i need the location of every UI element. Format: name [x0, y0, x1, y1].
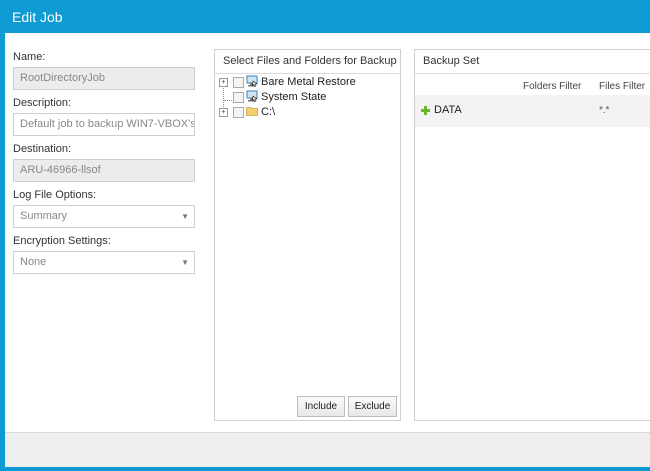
dropdown-arrow-icon: ▼ [181, 212, 189, 221]
backup-set-panel-title: Backup Set [415, 50, 650, 74]
name-label: Name: [13, 51, 46, 63]
include-button[interactable]: Include [297, 396, 345, 417]
edit-job-dialog: Name: RootDirectoryJob Description: Defa… [5, 33, 650, 467]
expand-icon[interactable]: + [219, 78, 228, 87]
encryption-settings-label: Encryption Settings: [13, 235, 111, 247]
log-file-options-select[interactable]: Summary ▼ [13, 205, 195, 228]
tree-item-label: System State [261, 91, 327, 103]
expand-icon[interactable]: + [219, 108, 228, 117]
tree-checkbox[interactable] [233, 92, 244, 103]
window-title: Edit Job [12, 9, 63, 25]
dialog-footer [5, 432, 650, 467]
encryption-settings-select[interactable]: None ▼ [13, 251, 195, 274]
plus-icon[interactable] [421, 106, 430, 115]
backup-set-name: DATA [434, 104, 462, 116]
name-field[interactable]: RootDirectoryJob [13, 67, 195, 90]
computer-icon [246, 75, 258, 87]
file-selection-panel-title: Select Files and Folders for Backup [215, 50, 400, 74]
backup-set-row[interactable]: DATA *.* [415, 95, 650, 127]
file-selection-panel: Select Files and Folders for Backup + Ba… [214, 49, 401, 421]
tree-item-label: C:\ [261, 106, 276, 118]
tree-checkbox[interactable] [233, 107, 244, 118]
tree-connector [224, 100, 232, 101]
destination-label: Destination: [13, 143, 72, 155]
destination-field[interactable]: ARU-46966-llsof [13, 159, 195, 182]
tree-item-label: Bare Metal Restore [261, 76, 356, 88]
exclude-button[interactable]: Exclude [348, 396, 397, 417]
log-file-options-value: Summary [20, 210, 68, 222]
files-filter-value: *.* [599, 105, 610, 116]
files-filter-header: Files Filter [599, 81, 646, 92]
encryption-settings-value: None [20, 256, 47, 268]
tree-checkbox[interactable] [233, 77, 244, 88]
backup-set-panel: Backup Set Folders Filter Files Filter D… [414, 49, 650, 421]
computer-icon [246, 90, 258, 102]
title-bar: Edit Job [0, 0, 650, 33]
description-label: Description: [13, 97, 72, 109]
description-field[interactable]: Default job to backup WIN7-VBOX's [13, 113, 195, 136]
folder-icon [246, 107, 258, 116]
folders-filter-header: Folders Filter [523, 81, 582, 92]
dropdown-arrow-icon: ▼ [181, 258, 189, 267]
log-file-options-label: Log File Options: [13, 189, 97, 201]
